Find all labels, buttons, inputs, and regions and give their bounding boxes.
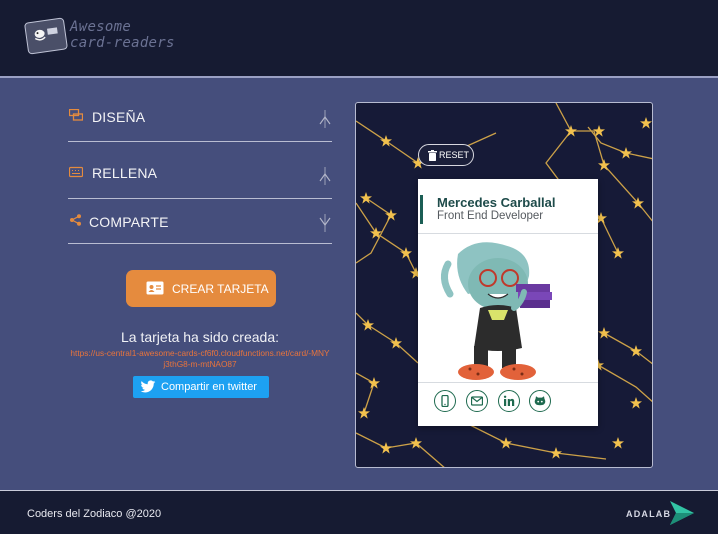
card-name: Mercedes Carballal	[437, 195, 556, 210]
card-divider	[418, 382, 598, 383]
logo-line1: Awesome	[70, 19, 132, 35]
section-share-label: COMPARTE	[89, 214, 169, 230]
app-footer: Coders del Zodiaco @2020 ADALAB	[0, 490, 718, 534]
app-header: Awesome card-readers	[0, 0, 718, 78]
footer-credits: Coders del Zodiaco @2020	[27, 508, 162, 520]
chevron-up-icon[interactable]	[318, 107, 332, 129]
section-fill[interactable]: RELLENA	[68, 144, 332, 199]
mail-icon	[471, 396, 483, 406]
adalab-logo-text: ADALAB	[626, 509, 672, 519]
profile-card: Mercedes Carballal Front End Developer	[418, 179, 598, 426]
paint-icon	[69, 109, 83, 121]
card-created-message: La tarjeta ha sido creada:	[121, 329, 279, 345]
trash-icon	[428, 150, 437, 161]
share-twitter-label: Compartir en twitter	[161, 381, 257, 393]
keyboard-icon	[69, 166, 83, 178]
card-job-title: Front End Developer	[437, 210, 544, 222]
card-accent-bar	[420, 195, 423, 224]
twitter-icon	[140, 380, 156, 393]
section-fill-label: RELLENA	[92, 165, 158, 181]
card-reader-icon[interactable]	[23, 17, 69, 55]
card-preview: RESET Mercedes Carballal Front End Devel…	[355, 102, 653, 468]
linkedin-button[interactable]	[498, 390, 520, 412]
logo-title[interactable]: Awesome card-readers	[70, 19, 175, 51]
share-icon	[70, 214, 81, 226]
linkedin-icon	[503, 395, 515, 406]
chevron-up-icon[interactable]	[318, 164, 332, 186]
section-design[interactable]: DISEÑA	[68, 87, 332, 142]
section-share[interactable]: COMPARTE	[68, 200, 332, 244]
phone-icon	[441, 395, 449, 407]
email-button[interactable]	[466, 390, 488, 412]
reset-button[interactable]: RESET	[418, 144, 474, 166]
create-card-button[interactable]: CREAR TARJETA	[126, 270, 276, 307]
chevron-down-icon[interactable]	[318, 212, 332, 234]
share-twitter-button[interactable]: Compartir en twitter	[133, 376, 269, 398]
create-card-label: CREAR TARJETA	[172, 282, 269, 296]
github-button[interactable]	[529, 390, 551, 412]
reset-label: RESET	[439, 150, 470, 160]
phone-button[interactable]	[434, 390, 456, 412]
id-card-icon	[146, 281, 164, 295]
section-design-label: DISEÑA	[92, 109, 146, 125]
profile-image	[418, 234, 598, 382]
adalab-logo[interactable]: ADALAB	[624, 498, 696, 528]
card-url-link[interactable]: https://us-central1-awesome-cards-cf6f0.…	[70, 348, 330, 370]
logo-line2: card-readers	[70, 35, 175, 51]
adalab-arrow-icon	[670, 501, 694, 525]
github-icon	[534, 396, 546, 406]
